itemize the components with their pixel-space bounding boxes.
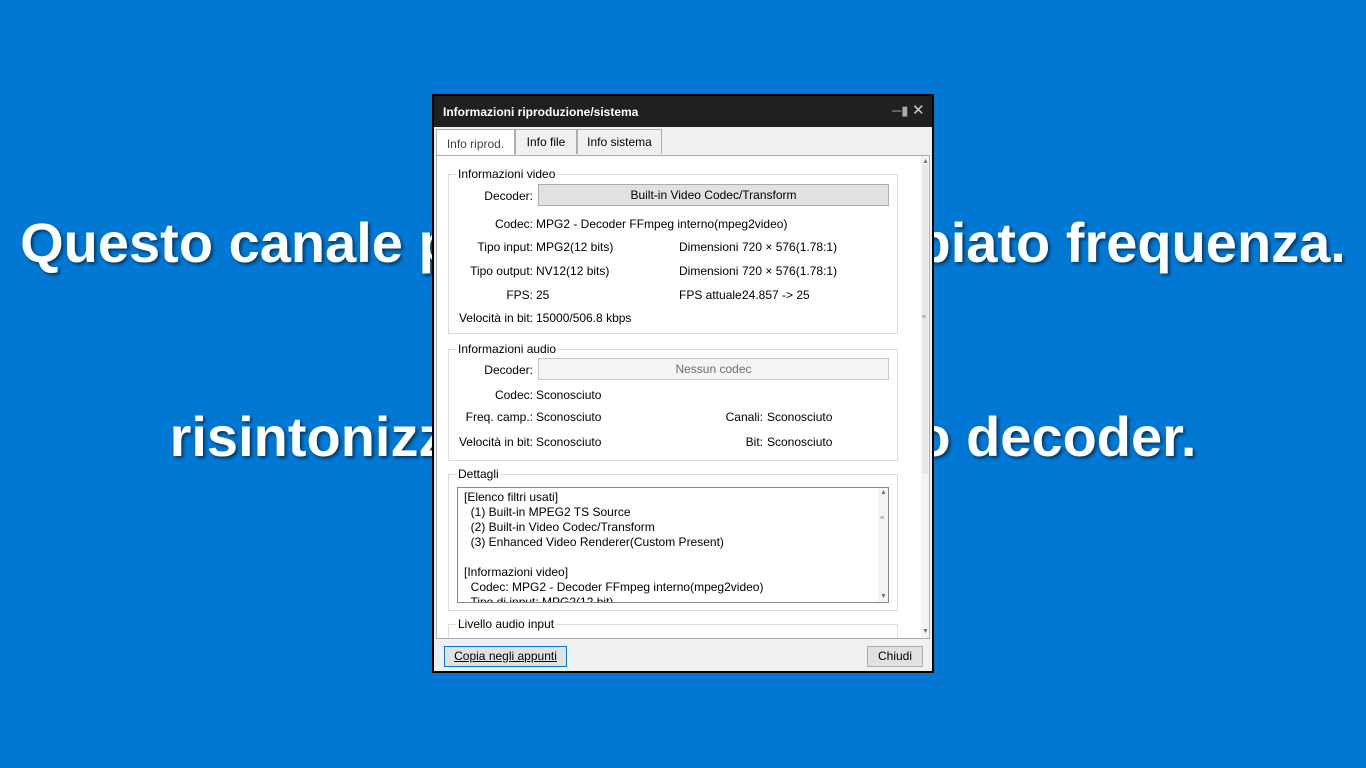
details-line: Tipo di input: MPG2(12 bit)	[464, 595, 614, 603]
video-group-title: Informazioni video	[456, 167, 558, 181]
video-output-dim-value: 720 × 576(1.78:1)	[742, 264, 838, 278]
title-bar[interactable]: Informazioni riproduzione/sistema ─▮ ✕	[434, 96, 932, 127]
details-line: (2) Built-in Video Codec/Transform	[464, 520, 655, 534]
audio-sample-rate-label: Freq. camp.:	[465, 410, 533, 424]
details-line: [Informazioni video]	[464, 565, 569, 579]
video-output-dim-label: Dimensioni	[679, 264, 739, 278]
details-line: (3) Enhanced Video Renderer(Custom Prese…	[464, 535, 724, 549]
dialog-title: Informazioni riproduzione/sistema	[443, 105, 639, 119]
video-input-dim-label: Dimensioni	[679, 240, 739, 254]
video-codec-label: Codec:	[494, 217, 533, 231]
audio-level-group-title: Livello audio input	[456, 617, 557, 631]
audio-sample-rate-value: Sconosciuto	[536, 410, 602, 424]
video-fps-label: FPS:	[506, 288, 533, 302]
details-line: [Elenco filtri usati]	[464, 490, 559, 504]
details-line: Codec: MPG2 - Decoder FFmpeg interno(mpe…	[464, 580, 764, 594]
scroll-grip-icon[interactable]: ≡	[880, 515, 884, 522]
audio-channels-label: Canali:	[725, 410, 763, 424]
video-output-type-label: Tipo output:	[470, 264, 533, 278]
audio-decoder-label: Decoder:	[484, 363, 533, 377]
video-input-type-value: MPG2(12 bits)	[536, 240, 614, 254]
video-decoder-field[interactable]: Built-in Video Codec/Transform	[538, 184, 889, 206]
panel-scrollbar[interactable]: ▲ ≡ ▼	[921, 156, 929, 638]
video-decoder-label: Decoder:	[484, 189, 533, 203]
audio-codec-value: Sconosciuto	[536, 388, 602, 402]
audio-info-group: Informazioni audio Decoder: Nessun codec…	[448, 342, 898, 461]
copy-to-clipboard-button[interactable]: Copia negli appunti	[444, 646, 567, 667]
pin-icon[interactable]: ─▮	[892, 103, 908, 119]
tab-panel: Informazioni video Decoder: Built-in Vid…	[436, 155, 930, 639]
close-icon[interactable]: ✕	[912, 101, 925, 119]
video-input-dim-value: 720 × 576(1.78:1)	[742, 240, 838, 254]
details-group-title: Dettagli	[456, 467, 501, 481]
audio-decoder-field[interactable]: Nessun codec	[538, 358, 889, 380]
video-info-group: Informazioni video Decoder: Built-in Vid…	[448, 167, 898, 334]
tab-info-riprod[interactable]: Info riprod.	[436, 129, 515, 156]
details-textarea[interactable]: [Elenco filtri usati] (1) Built-in MPEG2…	[457, 487, 889, 603]
audio-channels-value: Sconosciuto	[767, 410, 833, 424]
details-scrollbar[interactable]: ▲ ≡ ▼	[878, 488, 888, 602]
scroll-grip-icon[interactable]: ≡	[922, 314, 926, 321]
video-codec-value: MPG2 - Decoder FFmpeg interno(mpeg2video…	[536, 217, 788, 231]
scroll-down-icon[interactable]: ▼	[922, 628, 929, 635]
video-fps-current-label: FPS attuale:	[679, 288, 746, 302]
audio-bitrate-value: Sconosciuto	[536, 435, 602, 449]
tab-info-sistema[interactable]: Info sistema	[577, 129, 662, 154]
audio-bits-value: Sconosciuto	[767, 435, 833, 449]
video-fps-current-value: 24.857 -> 25	[742, 288, 810, 302]
video-input-type-label: Tipo input:	[477, 240, 533, 254]
audio-codec-label: Codec:	[494, 388, 533, 402]
close-button[interactable]: Chiudi	[867, 646, 923, 667]
tab-info-file[interactable]: Info file	[515, 129, 577, 154]
playback-info-dialog: Informazioni riproduzione/sistema ─▮ ✕ I…	[432, 94, 934, 673]
video-output-type-value: NV12(12 bits)	[536, 264, 610, 278]
copy-button-label: Copia negli appunti	[454, 649, 557, 663]
scroll-up-icon[interactable]: ▲	[922, 158, 929, 165]
audio-group-title: Informazioni audio	[456, 342, 559, 356]
audio-bitrate-label: Velocità in bit:	[458, 435, 533, 449]
audio-bits-label: Bit:	[745, 435, 763, 449]
video-bitrate-value: 15000/506.8 kbps	[536, 311, 632, 325]
scroll-up-icon[interactable]: ▲	[880, 489, 887, 496]
audio-level-group: Livello audio input	[448, 617, 898, 638]
scroll-down-icon[interactable]: ▼	[880, 593, 887, 600]
details-group: Dettagli [Elenco filtri usati] (1) Built…	[448, 467, 898, 611]
video-bitrate-label: Velocità in bit:	[458, 311, 533, 325]
details-line: (1) Built-in MPEG2 TS Source	[464, 505, 631, 519]
video-fps-value: 25	[536, 288, 550, 302]
